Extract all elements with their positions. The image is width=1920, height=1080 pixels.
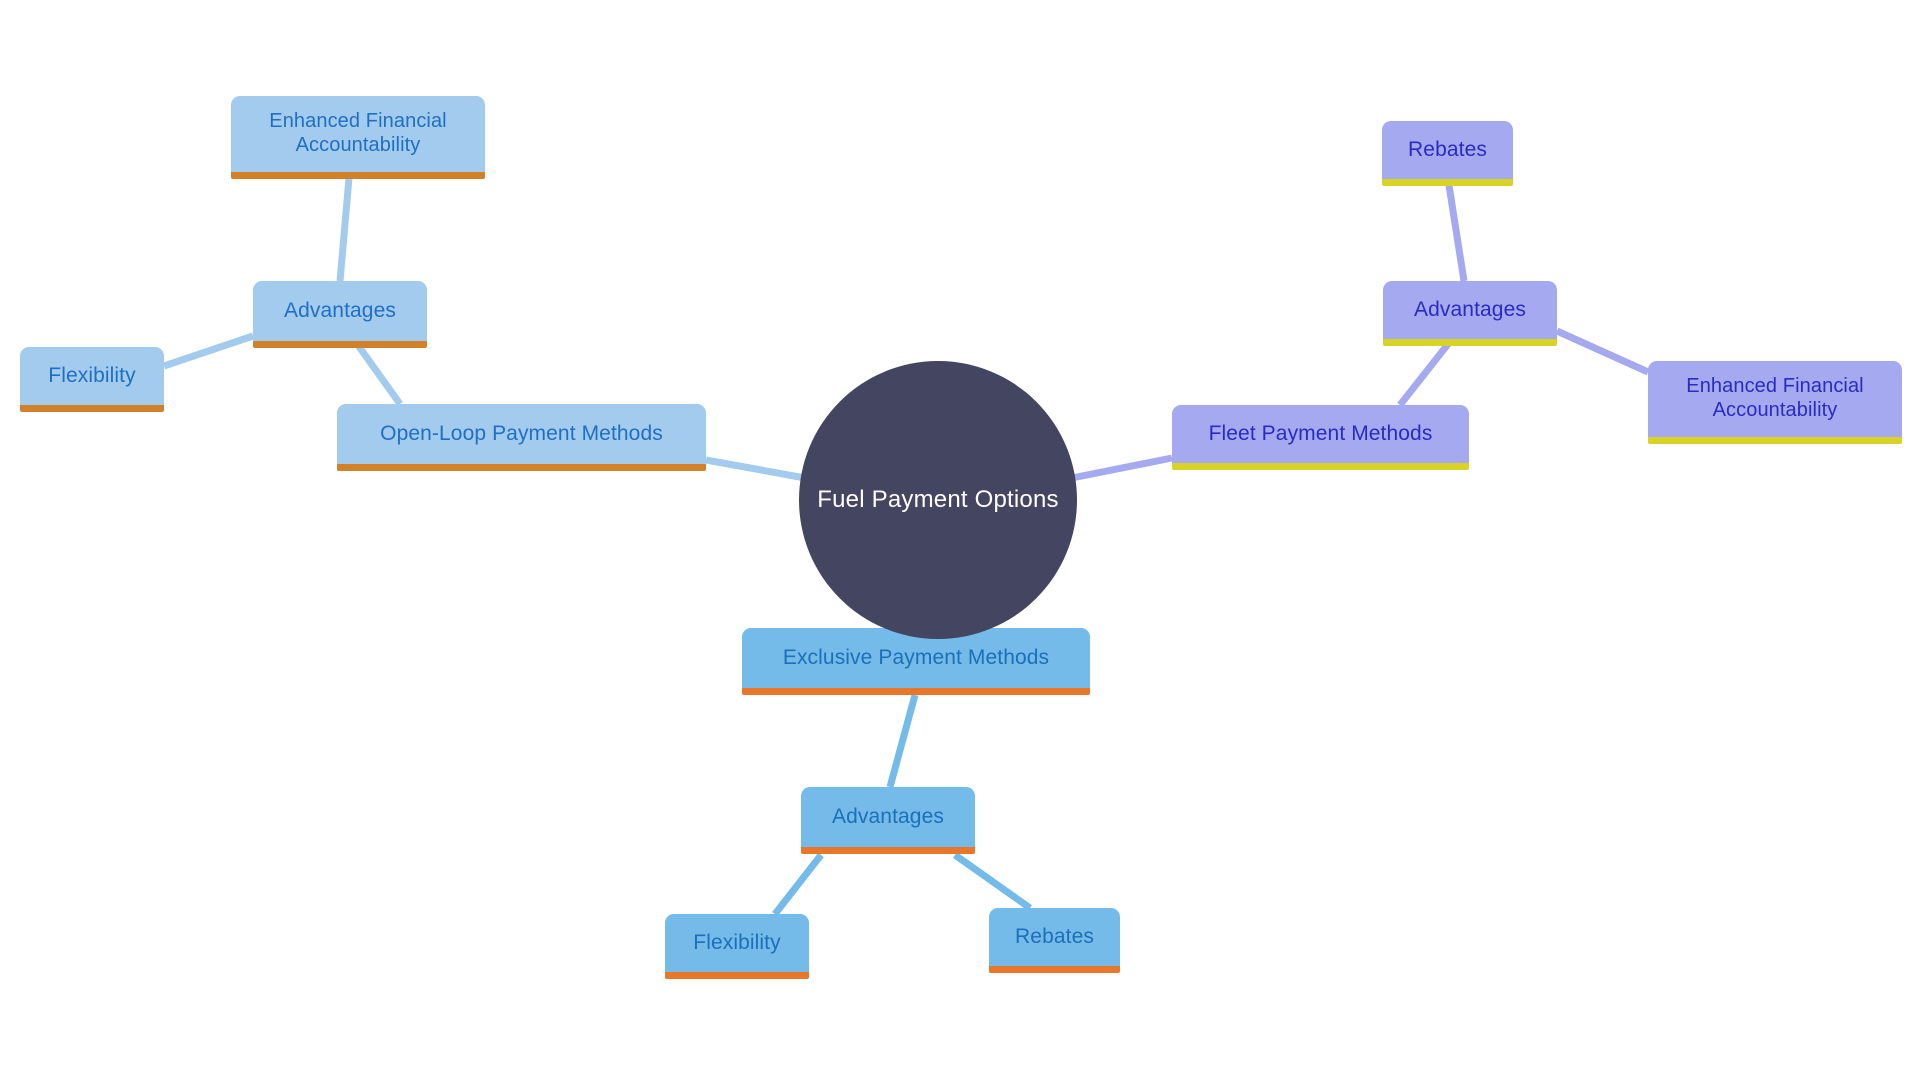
mindmap-node-exclusive-rebates[interactable]: Rebates: [989, 908, 1120, 973]
central-topic-node[interactable]: Fuel Payment Options: [799, 361, 1077, 639]
edge-advantages-flexibility: [162, 332, 255, 370]
node-accent-underline: [231, 172, 485, 179]
central-topic-label: Fuel Payment Options: [817, 486, 1059, 513]
node-label: Open-Loop Payment Methods: [380, 421, 663, 445]
edge-center-fleet: [1071, 454, 1173, 482]
node-accent-underline: [337, 464, 706, 471]
edge-exclusive-rebates: [952, 852, 1033, 911]
edge-fleet-rebates: [1444, 178, 1468, 282]
mindmap-node-fleet-advantages[interactable]: Advantages: [1383, 281, 1557, 346]
mindmap-node-open-loop-advantages[interactable]: Advantages: [253, 281, 427, 348]
mindmap-node-open-loop-flexibility[interactable]: Flexibility: [20, 347, 164, 412]
edge-advantages-efa: [336, 177, 353, 282]
node-accent-underline: [801, 847, 975, 854]
edge-exclusive-advantages: [886, 694, 919, 788]
mindmap-node-exclusive-flexibility[interactable]: Flexibility: [665, 914, 809, 979]
node-label: Fleet Payment Methods: [1208, 421, 1433, 445]
node-accent-underline: [665, 972, 809, 979]
node-label: Rebates: [1015, 924, 1094, 948]
node-accent-underline: [1648, 437, 1902, 444]
node-label: Advantages: [832, 804, 944, 828]
node-label: Enhanced Financial Accountability: [1686, 375, 1864, 421]
node-label: Advantages: [1414, 297, 1526, 321]
node-accent-underline: [1382, 179, 1513, 186]
mindmap-node-fleet-efa[interactable]: Enhanced Financial Accountability: [1648, 361, 1902, 444]
edge-fleet-advantages: [1397, 336, 1455, 408]
node-label: Rebates: [1408, 137, 1487, 161]
node-label: Flexibility: [693, 930, 781, 954]
mindmap-node-fleet-root[interactable]: Fleet Payment Methods: [1172, 405, 1469, 470]
node-label: Flexibility: [48, 363, 136, 387]
node-accent-underline: [253, 341, 427, 348]
node-label: Exclusive Payment Methods: [782, 645, 1050, 669]
node-accent-underline: [20, 405, 164, 412]
edge-openloop-advantages: [352, 338, 403, 407]
edge-exclusive-flexibility: [772, 852, 824, 917]
edge-center-openloop: [705, 456, 806, 482]
node-accent-underline: [742, 688, 1090, 695]
node-accent-underline: [1383, 339, 1557, 346]
node-accent-underline: [1172, 463, 1469, 470]
node-accent-underline: [989, 966, 1120, 973]
mindmap-canvas: Open-Loop Payment Methods Advantages Enhan…: [0, 0, 1920, 1080]
node-label: Enhanced Financial Accountability: [269, 110, 447, 156]
edge-fleet-efa: [1555, 327, 1650, 376]
mindmap-node-open-loop-efa[interactable]: Enhanced Financial Accountability: [231, 96, 485, 179]
mindmap-node-fleet-rebates[interactable]: Rebates: [1382, 121, 1513, 186]
mindmap-node-exclusive-advantages[interactable]: Advantages: [801, 787, 975, 854]
mindmap-node-open-loop-root[interactable]: Open-Loop Payment Methods: [337, 404, 706, 471]
node-label: Advantages: [284, 298, 396, 322]
